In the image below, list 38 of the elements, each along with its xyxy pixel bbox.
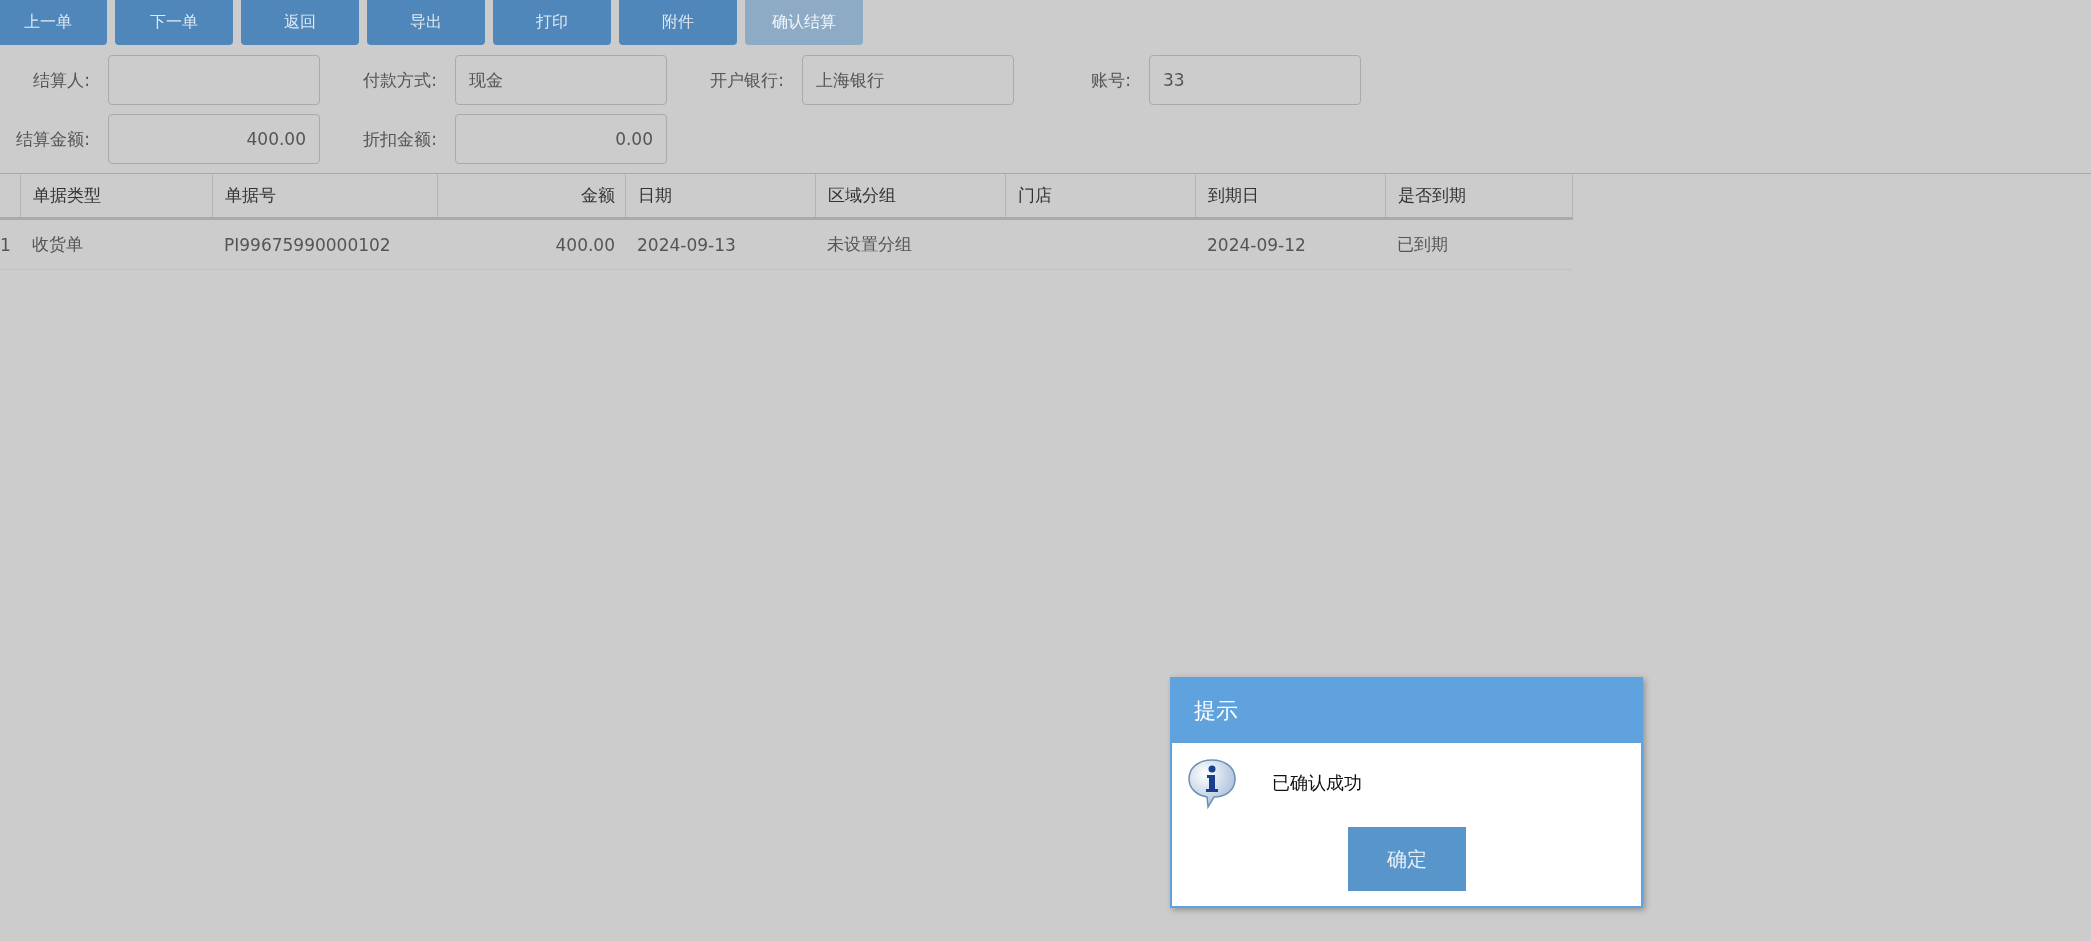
- dialog-title: 提示: [1172, 679, 1641, 743]
- column-header: 金额: [580, 185, 615, 205]
- field-label: 结算金额:: [15, 127, 91, 151]
- toolbar-button[interactable]: 返回: [241, 0, 359, 45]
- toolbar-button[interactable]: 下一单: [115, 0, 233, 45]
- column-header: 日期: [637, 185, 672, 205]
- dialog-message: 已确认成功: [1272, 771, 1362, 795]
- table-cell: 2024-09-13: [637, 234, 736, 255]
- field-label: 付款方式:: [362, 68, 438, 92]
- table-cell: PI99675990000102: [224, 234, 391, 255]
- field-label: 账号:: [1090, 68, 1132, 92]
- input-field[interactable]: 上海银行: [802, 55, 1014, 105]
- column-header: 区域分组: [827, 185, 896, 205]
- field-label: 开户银行:: [709, 68, 785, 92]
- column-header: 门店: [1017, 185, 1052, 205]
- column-header: 单据类型: [32, 185, 101, 205]
- toolbar-button[interactable]: 打印: [493, 0, 611, 45]
- toolbar-button[interactable]: 上一单: [0, 0, 107, 45]
- column-header: 单据号: [224, 185, 276, 205]
- input-field[interactable]: 现金: [455, 55, 667, 105]
- input-field[interactable]: [108, 55, 320, 105]
- toolbar-button[interactable]: 附件: [619, 0, 737, 45]
- table-cell: 未设置分组: [827, 234, 912, 254]
- ok-button[interactable]: 确定: [1347, 827, 1466, 891]
- input-field[interactable]: 0.00: [455, 114, 667, 164]
- info-icon: [1186, 757, 1238, 809]
- input-field[interactable]: 33: [1149, 55, 1361, 105]
- table-cell: 1: [0, 234, 11, 255]
- column-header: 是否到期: [1397, 185, 1466, 205]
- table-cell: 已到期: [1397, 234, 1448, 254]
- table-cell: 400.00: [555, 234, 615, 255]
- toolbar-button[interactable]: 导出: [367, 0, 485, 45]
- table-cell: 收货单: [32, 234, 83, 254]
- column-header: 到期日: [1207, 185, 1259, 205]
- input-field[interactable]: 400.00: [108, 114, 320, 164]
- table-cell: 2024-09-12: [1207, 234, 1306, 255]
- field-label: 折扣金额:: [362, 127, 438, 151]
- field-label: 结算人:: [32, 68, 91, 92]
